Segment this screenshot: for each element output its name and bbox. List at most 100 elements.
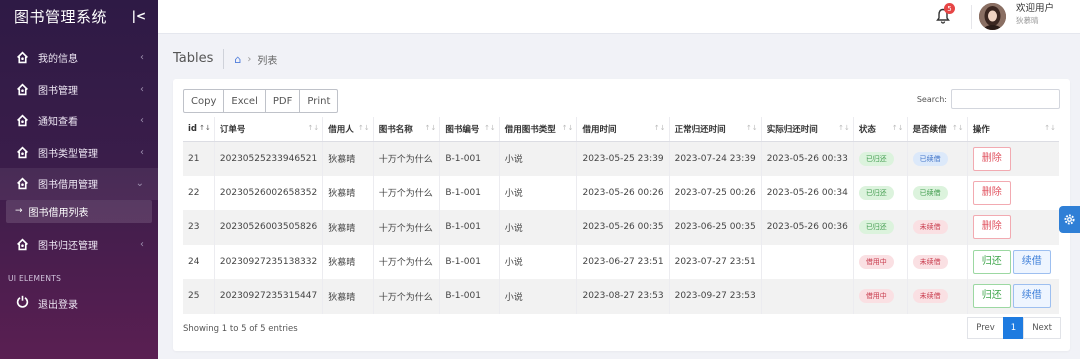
column-header-status[interactable]: 状态 ↑↓ bbox=[853, 117, 908, 142]
status-badge: 已归还 bbox=[858, 151, 894, 166]
pdf-button[interactable]: PDF bbox=[264, 89, 301, 113]
cell-status: 已归还 bbox=[853, 175, 908, 210]
power-icon bbox=[16, 295, 29, 311]
cell-status: 已归还 bbox=[853, 141, 908, 176]
column-header-book[interactable]: 图书名称 ↑↓ bbox=[373, 117, 441, 142]
renew-button[interactable]: 续借 bbox=[1012, 284, 1051, 309]
breadcrumb: Tables ⌂ › 列表 bbox=[173, 48, 277, 70]
return-button[interactable]: 归还 bbox=[972, 249, 1011, 274]
return-button[interactable]: 归还 bbox=[972, 284, 1011, 309]
renew-badge: 未续借 bbox=[912, 254, 948, 269]
sidebar-item-notifications[interactable]: 通知查看 ‹ bbox=[0, 105, 158, 137]
cell-borrower: 狄慕晴 bbox=[322, 244, 374, 279]
column-header-order[interactable]: 订单号 ↑↓ bbox=[214, 117, 324, 142]
status-badge: 借用中 bbox=[858, 254, 894, 269]
delete-button[interactable]: 删除 bbox=[972, 146, 1011, 171]
cell-actual-time: 2023-05-26 00:36 bbox=[761, 210, 854, 245]
cell-order: 20230526002658352 bbox=[214, 175, 324, 210]
column-header-type[interactable]: 借用图书类型 ↑↓ bbox=[499, 117, 578, 142]
sort-icon: ↑↓ bbox=[424, 124, 437, 132]
cell-actions: 归还 续借 bbox=[967, 245, 1059, 280]
chevron-left-icon: ‹ bbox=[140, 115, 144, 127]
notification-bell-icon[interactable]: 5 bbox=[936, 3, 955, 24]
home-icon bbox=[16, 114, 29, 127]
page-button[interactable]: 1 bbox=[1002, 317, 1025, 339]
cell-renew: 未续借 bbox=[907, 210, 968, 245]
borrow-table: id ↑↓ 订单号 ↑↓ 借用人 ↑↓ 图书名称 ↑↓ 图书编号 ↑↓ 借用图书类型 ↑↓ … bbox=[183, 117, 1059, 314]
home-icon bbox=[16, 238, 29, 251]
home-icon[interactable]: ⌂ bbox=[234, 53, 241, 66]
search: Search: bbox=[917, 89, 1060, 109]
sort-icon: ↑↓ bbox=[745, 124, 758, 132]
column-header-borrow-time[interactable]: 借用时间 ↑↓ bbox=[576, 117, 670, 142]
cell-id: 23 bbox=[183, 210, 215, 245]
table-row: 25 20230927235315447 狄慕晴 十万个为什么 B-1-001 … bbox=[183, 279, 1059, 314]
sidebar-item-book-management[interactable]: 图书管理 ‹ bbox=[0, 74, 158, 106]
sort-icon: ↑↓ bbox=[891, 124, 904, 132]
renew-button[interactable]: 续借 bbox=[1012, 249, 1051, 274]
column-header-id[interactable]: id ↑↓ bbox=[183, 117, 215, 142]
home-icon bbox=[16, 177, 29, 190]
delete-button[interactable]: 删除 bbox=[972, 215, 1011, 240]
breadcrumb-current: 列表 bbox=[257, 55, 278, 67]
renew-badge: 已续借 bbox=[912, 151, 948, 166]
renew-badge: 未续借 bbox=[912, 289, 948, 304]
column-header-borrower[interactable]: 借用人 ↑↓ bbox=[322, 117, 374, 142]
cell-borrow-time: 2023-05-25 23:39 bbox=[576, 141, 670, 176]
cell-id: 22 bbox=[183, 175, 215, 210]
table-row: 22 20230526002658352 狄慕晴 十万个为什么 B-1-001 … bbox=[183, 175, 1059, 210]
home-icon bbox=[16, 146, 29, 159]
cell-order: 20230525233946521 bbox=[214, 141, 324, 176]
sidebar-item-my-info[interactable]: 我的信息 ‹ bbox=[0, 42, 158, 74]
collapse-sidebar-icon[interactable]: |< bbox=[132, 9, 146, 23]
page-title: Tables bbox=[173, 49, 225, 69]
print-button[interactable]: Print bbox=[299, 89, 339, 113]
column-header-due-time[interactable]: 正常归还时间 ↑↓ bbox=[669, 117, 762, 142]
table-info: Showing 1 to 5 of 5 entries bbox=[183, 324, 298, 334]
sidebar-item-return-management[interactable]: 图书归还管理 ‹ bbox=[0, 229, 158, 261]
cell-book: 十万个为什么 bbox=[373, 210, 441, 245]
sidebar: 图书管理系统 |< 我的信息 ‹ 图书管理 ‹ 通知查看 ‹ 图书类型管理 ‹ … bbox=[0, 0, 158, 359]
cell-borrower: 狄慕晴 bbox=[322, 279, 374, 314]
search-input[interactable] bbox=[951, 89, 1060, 109]
sort-icon: ↑↓ bbox=[484, 124, 496, 132]
sidebar-item-label: 图书管理 bbox=[38, 85, 78, 97]
next-page-button[interactable]: Next bbox=[1023, 317, 1061, 339]
chevron-left-icon: ‹ bbox=[140, 146, 144, 158]
user-info[interactable]: 欢迎用户 狄慕晴 bbox=[1016, 3, 1080, 27]
cell-renew: 未续借 bbox=[907, 244, 968, 279]
topbar: 5 欢迎用户 狄慕晴 bbox=[158, 0, 1080, 34]
cell-type: 小说 bbox=[499, 210, 578, 245]
copy-button[interactable]: Copy bbox=[183, 89, 225, 113]
brand: 图书管理系统 |< bbox=[0, 0, 158, 32]
cell-id: 21 bbox=[183, 141, 215, 176]
sidebar-subitem-borrow-list[interactable]: → 图书借用列表 bbox=[6, 199, 152, 223]
home-icon bbox=[16, 51, 29, 64]
renew-badge: 已续借 bbox=[912, 185, 948, 200]
sidebar-item-book-types[interactable]: 图书类型管理 ‹ bbox=[0, 137, 158, 169]
sort-icon: ↑↓ bbox=[838, 124, 850, 132]
cell-due-time: 2023-06-25 00:35 bbox=[669, 210, 762, 245]
logout-button[interactable]: 退出登录 bbox=[0, 292, 158, 314]
delete-button[interactable]: 删除 bbox=[972, 180, 1011, 205]
cell-actual-time bbox=[761, 279, 854, 314]
column-header-renew[interactable]: 是否续借 ↑↓ bbox=[907, 117, 968, 142]
excel-button[interactable]: Excel bbox=[223, 89, 266, 113]
cell-status: 借用中 bbox=[853, 279, 908, 314]
cell-actual-time: 2023-05-26 00:33 bbox=[761, 141, 854, 176]
settings-gear-icon[interactable] bbox=[1059, 206, 1080, 233]
sort-icon: ↑↓ bbox=[358, 124, 370, 132]
cell-book: 十万个为什么 bbox=[373, 279, 441, 314]
cell-actual-time: 2023-05-26 00:34 bbox=[761, 175, 854, 210]
column-header-actions[interactable]: 操作 ↑↓ bbox=[967, 117, 1059, 142]
column-header-actual-time[interactable]: 实际归还时间 ↑↓ bbox=[761, 117, 854, 142]
cell-code: B-1-001 bbox=[439, 279, 500, 314]
chevron-down-icon: ⌄ bbox=[135, 178, 144, 190]
avatar[interactable] bbox=[979, 3, 1006, 30]
cell-id: 24 bbox=[183, 244, 215, 279]
cell-actions: 归还 续借 bbox=[967, 279, 1059, 314]
prev-page-button[interactable]: Prev bbox=[967, 317, 1004, 339]
column-header-code[interactable]: 图书编号 ↑↓ bbox=[439, 117, 500, 142]
cell-order: 20230526003505826 bbox=[214, 210, 324, 245]
sidebar-item-borrow-management[interactable]: 图书借用管理 ⌄ bbox=[0, 168, 158, 200]
